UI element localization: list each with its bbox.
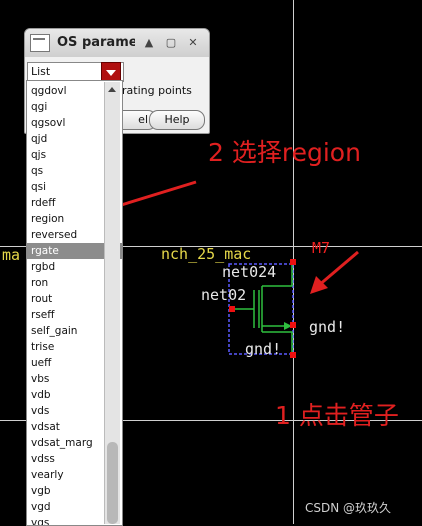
pin-body [290, 322, 296, 328]
rating-points-label: rating points [122, 84, 192, 97]
left-label-fragment: ma [2, 246, 21, 264]
net-gate-label: net02 [201, 286, 247, 304]
net-right-label: gnd! [309, 318, 346, 336]
annotation-step1: 1 点击管子 [275, 401, 399, 430]
arrow-to-transistor [310, 250, 359, 294]
scroll-thumb[interactable] [107, 442, 118, 524]
help-button[interactable]: Help [149, 110, 205, 130]
pin-source [290, 352, 296, 358]
cell-name-label: nch_25_mac [161, 245, 252, 263]
net-bottom-label: gnd! [245, 340, 282, 358]
dialog-title: OS parame [57, 35, 135, 50]
scroll-up-icon[interactable] [105, 84, 120, 96]
close-icon[interactable]: ✕ [185, 35, 201, 51]
pin-drain [290, 259, 296, 265]
arrow-up-icon[interactable]: ▲ [141, 35, 157, 51]
list-scrollbar[interactable] [104, 82, 120, 524]
maximize-icon[interactable]: ▢ [163, 35, 179, 51]
net-top-label: net024 [222, 263, 277, 281]
annotation-step2: 2 选择region [208, 138, 361, 167]
window-icon [30, 34, 50, 52]
watermark: CSDN @玖玖久 [305, 501, 392, 515]
dialog-titlebar[interactable]: OS parame ▲ ▢ ✕ [25, 29, 209, 57]
pin-gate [229, 306, 235, 312]
